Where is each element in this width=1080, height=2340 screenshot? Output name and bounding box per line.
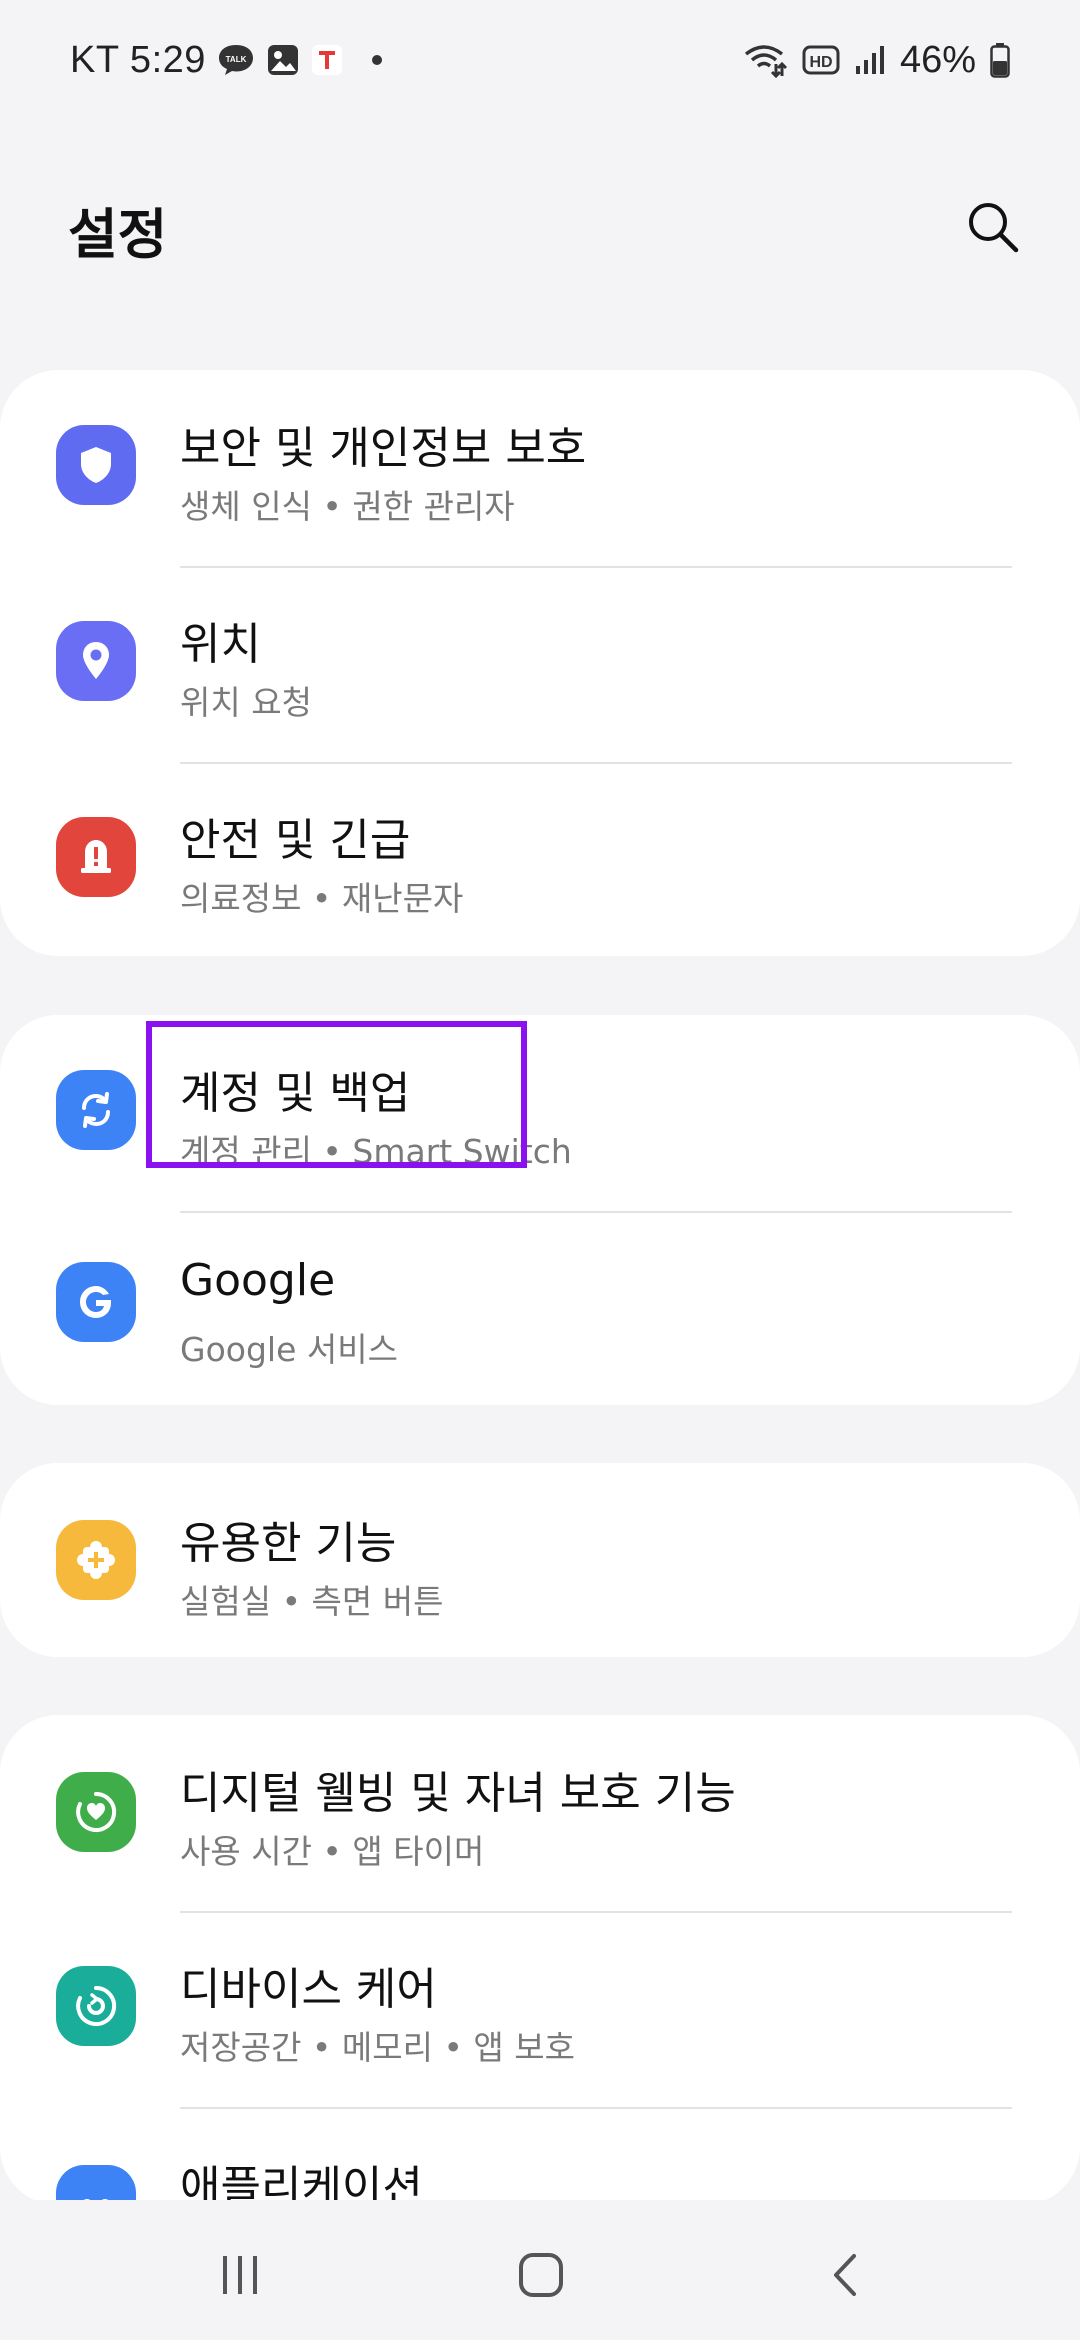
settings-item-accounts-backup[interactable]: 계정 및 백업 계정 관리 • Smart Switch	[0, 1015, 1080, 1211]
settings-group-2: 계정 및 백업 계정 관리 • Smart Switch Google Goog…	[0, 1015, 1080, 1405]
battery-icon	[990, 42, 1010, 78]
signal-icon	[854, 44, 886, 76]
item-title: 위치	[180, 619, 261, 670]
back-button[interactable]	[806, 2240, 886, 2310]
item-subtitle: 의료정보 • 재난문자	[180, 879, 464, 918]
item-subtitle: 위치 요청	[180, 683, 312, 722]
tmap-icon	[310, 43, 344, 77]
back-icon	[834, 2254, 856, 2296]
search-button[interactable]	[958, 192, 1028, 262]
item-subtitle: Google 서비스	[180, 1330, 398, 1369]
recents-icon	[223, 2256, 257, 2294]
sync-icon	[56, 1070, 136, 1150]
item-subtitle: 실험실 • 측면 버튼	[180, 1582, 444, 1621]
settings-item-security-privacy[interactable]: 보안 및 개인정보 보호 생체 인식 • 권한 관리자	[0, 370, 1080, 566]
home-button[interactable]	[501, 2240, 581, 2310]
settings-item-safety-emergency[interactable]: 안전 및 긴급 의료정보 • 재난문자	[0, 762, 1080, 956]
search-icon	[969, 203, 1019, 253]
svg-text:HD: HD	[809, 54, 832, 71]
hd-icon: HD	[802, 44, 840, 76]
emergency-siren-icon	[56, 817, 136, 897]
status-bar: KT 5:29 TALK HD 46%	[0, 0, 1080, 120]
status-left: KT 5:29 TALK	[70, 32, 382, 88]
item-subtitle: 계정 관리 • Smart Switch	[180, 1132, 572, 1171]
navigation-bar	[0, 2200, 1080, 2340]
settings-group-1: 보안 및 개인정보 보호 생체 인식 • 권한 관리자 위치 위치 요청 안전 …	[0, 370, 1080, 956]
item-title: 디바이스 케어	[180, 1964, 437, 2015]
talk-icon: TALK	[216, 42, 256, 78]
gallery-icon	[266, 43, 300, 77]
item-title: 유용한 기능	[180, 1518, 397, 1569]
settings-item-digital-wellbeing[interactable]: 디지털 웰빙 및 자녀 보호 기능 사용 시간 • 앱 타이머	[0, 1715, 1080, 1911]
google-g-icon	[56, 1262, 136, 1342]
location-pin-icon	[56, 621, 136, 701]
status-right: HD 46%	[742, 32, 1010, 88]
status-time: KT 5:29	[70, 38, 206, 81]
settings-item-location[interactable]: 위치 위치 요청	[0, 566, 1080, 762]
item-title: 애플리케이션	[180, 2162, 423, 2205]
wifi-call-icon	[742, 42, 788, 78]
apps-icon	[56, 2165, 136, 2205]
item-title: 계정 및 백업	[180, 1068, 411, 1119]
shield-icon	[56, 425, 136, 505]
wellbeing-heart-icon	[56, 1772, 136, 1852]
settings-item-device-care[interactable]: 디바이스 케어 저장공간 • 메모리 • 앱 보호	[0, 1911, 1080, 2107]
device-care-icon	[56, 1966, 136, 2046]
item-title: Google	[180, 1255, 336, 1306]
settings-item-google[interactable]: Google Google 서비스	[0, 1211, 1080, 1405]
battery-percent: 46%	[899, 38, 976, 81]
item-subtitle: 생체 인식 • 권한 관리자	[180, 487, 515, 526]
home-icon	[519, 2253, 563, 2297]
notification-dot	[371, 55, 382, 65]
item-title: 안전 및 긴급	[180, 815, 411, 866]
settings-item-apps[interactable]: 애플리케이션	[0, 2107, 1080, 2205]
settings-group-4: 디지털 웰빙 및 자녀 보호 기능 사용 시간 • 앱 타이머 디바이스 케어 …	[0, 1715, 1080, 2205]
item-subtitle: 사용 시간 • 앱 타이머	[180, 1832, 485, 1871]
item-title: 보안 및 개인정보 보호	[180, 423, 587, 474]
item-subtitle: 저장공간 • 메모리 • 앱 보호	[180, 2028, 575, 2067]
settings-group-3: 유용한 기능 실험실 • 측면 버튼	[0, 1463, 1080, 1657]
item-title: 디지털 웰빙 및 자녀 보호 기능	[180, 1768, 736, 1819]
page-title: 설정	[68, 203, 168, 266]
puzzle-plus-icon	[56, 1520, 136, 1600]
settings-item-advanced-features[interactable]: 유용한 기능 실험실 • 측면 버튼	[0, 1463, 1080, 1657]
recents-button[interactable]	[200, 2240, 280, 2310]
svg-text:TALK: TALK	[226, 55, 247, 64]
